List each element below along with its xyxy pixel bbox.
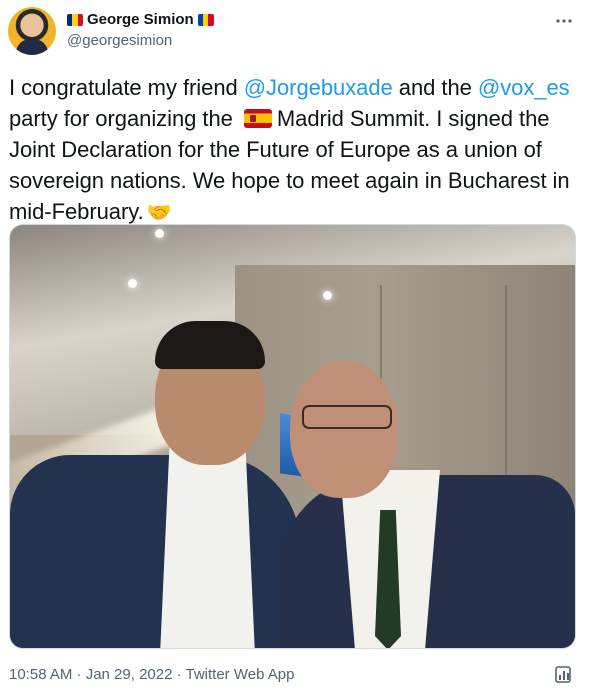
tweet-text: I congratulate my friend @Jorgebuxade an… bbox=[9, 72, 584, 229]
author-name-row: George Simion bbox=[67, 11, 214, 28]
tweet-text-part1: I congratulate my friend bbox=[9, 75, 244, 100]
photo-downlight bbox=[323, 291, 332, 300]
avatar[interactable] bbox=[8, 7, 56, 55]
photo-person-right-glasses bbox=[302, 405, 392, 429]
romania-flag-icon bbox=[67, 13, 83, 26]
photo-person-right-head bbox=[290, 360, 398, 498]
author-name[interactable]: George Simion bbox=[87, 11, 194, 28]
photo-person-left-jacket bbox=[10, 455, 300, 648]
photo-person-left-hair bbox=[155, 321, 265, 369]
avatar-shirt bbox=[16, 39, 48, 55]
analytics-icon[interactable] bbox=[555, 664, 573, 684]
tweet-timestamp[interactable]: 10:58 AM · Jan 29, 2022 · Twitter Web Ap… bbox=[9, 666, 294, 683]
spain-flag-icon bbox=[243, 109, 272, 128]
photo-person-left-shirt bbox=[160, 445, 255, 648]
mention-jorgebuxade[interactable]: @Jorgebuxade bbox=[244, 75, 393, 100]
mention-vox-es[interactable]: @vox_es bbox=[478, 75, 570, 100]
tweet-photo[interactable] bbox=[9, 224, 576, 649]
photo-downlight bbox=[155, 229, 164, 238]
moldova-flag-icon bbox=[197, 13, 214, 26]
photo-downlight bbox=[128, 279, 137, 288]
author-handle[interactable]: @georgesimion bbox=[67, 32, 172, 49]
tweet-text-part2: and the bbox=[392, 75, 478, 100]
more-icon[interactable] bbox=[552, 9, 576, 33]
tweet-text-part3: party for organizing the bbox=[9, 106, 239, 131]
